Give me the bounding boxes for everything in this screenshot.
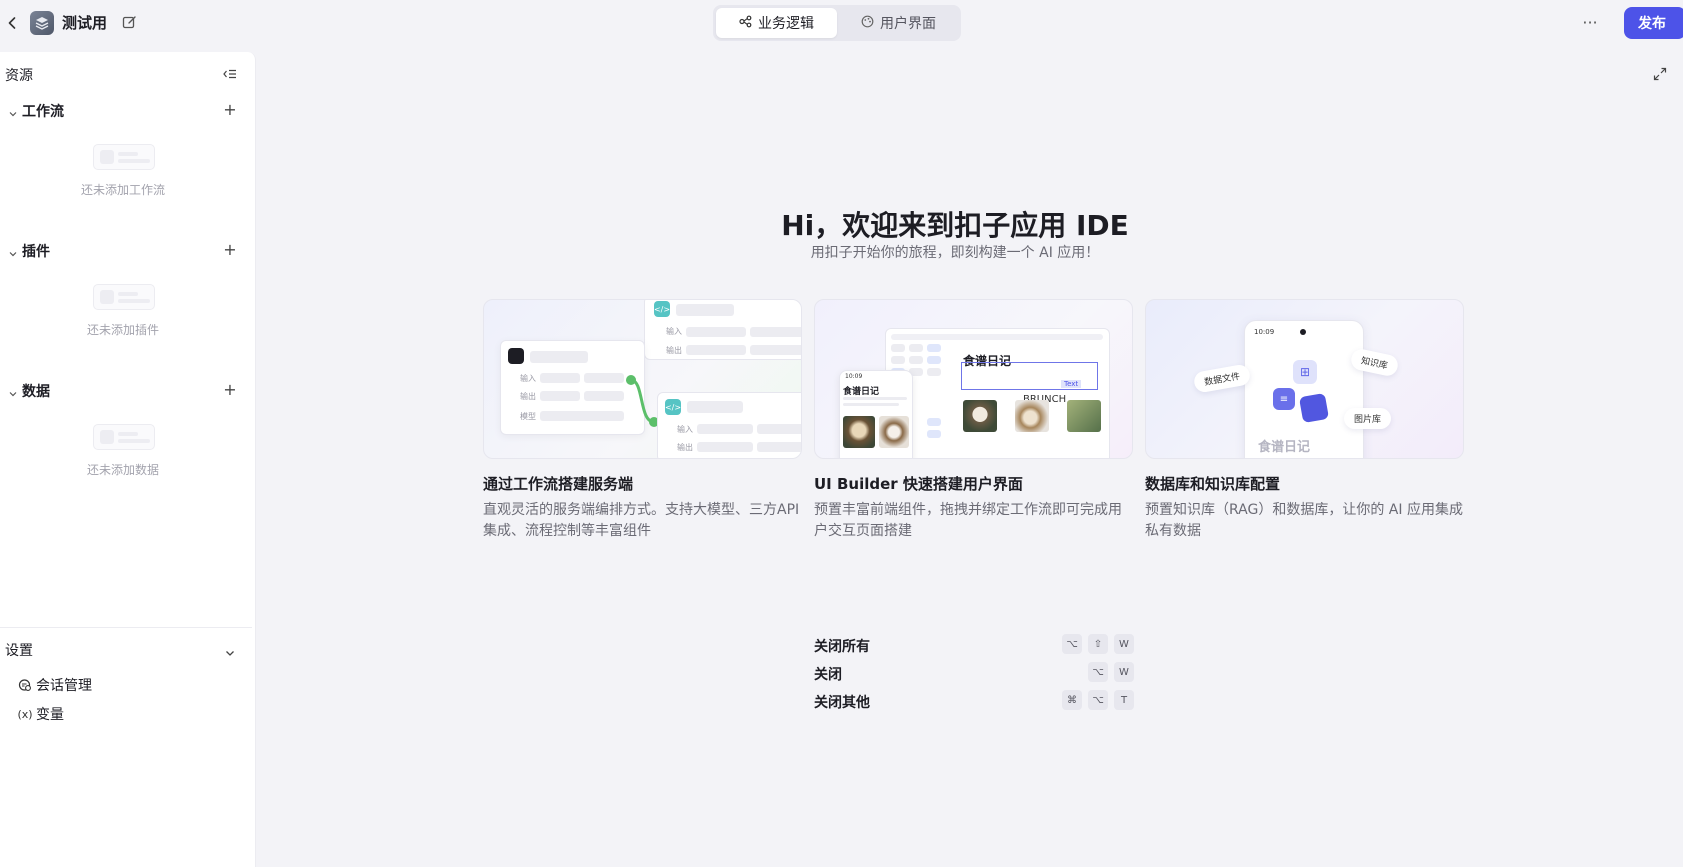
key-option: ⌥ (1062, 634, 1082, 654)
edit-icon[interactable] (122, 15, 137, 30)
empty-data-text: 还未添加数据 (86, 463, 159, 477)
code-icon: </> (654, 301, 670, 317)
settings-item-label: 变量 (36, 707, 64, 723)
empty-illustration (93, 424, 155, 450)
top-bar: 测试用 业务逻辑 用户界面 ··· 发布 (0, 0, 1683, 46)
back-icon[interactable] (4, 13, 20, 33)
doc-icon: ≡ (1273, 388, 1295, 410)
tab-user-interface-label: 用户界面 (880, 16, 936, 32)
app-logo-icon (30, 11, 54, 35)
expand-icon[interactable] (1653, 66, 1667, 81)
section-plugin[interactable]: 插件 + (0, 238, 256, 262)
app-name: 测试用 (62, 14, 108, 32)
tab-business-logic-label: 业务逻辑 (758, 16, 814, 32)
card-title: 数据库和知识库配置 (1145, 475, 1281, 493)
chevron-down-icon (8, 244, 18, 257)
section-title: 插件 (22, 244, 50, 260)
section-workflow[interactable]: 工作流 + (0, 98, 256, 122)
resource-sidebar: 资源 工作流 + 还未添加工作流 插件 + 还未添加插件 数据 + 还未添加数据… (0, 52, 256, 867)
table-icon: ⊞ (1293, 360, 1317, 384)
palette-icon (861, 15, 874, 32)
image-icon (1298, 392, 1330, 424)
bot-icon (508, 348, 524, 364)
empty-illustration (93, 284, 155, 310)
key-t: T (1114, 690, 1134, 710)
sidebar-divider (0, 627, 252, 628)
chevron-down-icon[interactable] (224, 644, 236, 656)
shortcut-label: 关闭所有 (814, 639, 870, 655)
empty-workflow-text: 还未添加工作流 (80, 183, 165, 197)
sidebar-title: 资源 (5, 68, 33, 84)
code-icon: </> (665, 399, 681, 415)
card-desc: 预置知识库（RAG）和数据库，让你的 AI 应用集成私有数据 (1145, 502, 1463, 539)
section-data[interactable]: 数据 + (0, 378, 256, 402)
settings-title: 设置 (5, 643, 33, 659)
card-title: UI Builder 快速搭建用户界面 (814, 475, 1023, 493)
flow-icon (739, 15, 752, 32)
tab-user-interface[interactable]: 用户界面 (839, 8, 958, 38)
key-shift: ⇧ (1088, 634, 1108, 654)
key-w: W (1114, 634, 1134, 654)
key-option: ⌥ (1088, 690, 1108, 710)
settings-item-variables[interactable]: (x) 变量 (17, 704, 64, 724)
workflow-illustration: </> 输入 输出 输入 输出 模型 </> 输入 输出 (483, 299, 802, 459)
variable-icon: (x) (17, 707, 33, 721)
chat-manage-icon (18, 678, 32, 692)
card-ui-builder[interactable]: 食谱日记 Text BRUNCH 10:09 食谱日记 UI Builder 快… (814, 299, 1133, 542)
card-desc: 预置丰富前端组件，拖拽并绑定工作流即可完成用户交互页面搭建 (814, 502, 1122, 539)
database-illustration: 10:09 ⊞ ≡ 食谱日记 数据文件 知识库 图片库 (1145, 299, 1464, 459)
section-title: 工作流 (22, 104, 64, 120)
add-workflow-icon[interactable]: + (222, 102, 238, 118)
shortcut-close-others: 关闭其他 ⌘ ⌥ T (814, 690, 1134, 712)
card-workflow[interactable]: </> 输入 输出 输入 输出 模型 </> 输入 输出 通过工作流搭建服务端 … (483, 299, 802, 542)
chevron-down-icon (8, 104, 18, 117)
key-w: W (1114, 662, 1134, 682)
settings-item-label: 会话管理 (36, 678, 92, 694)
shortcut-close: 关闭 ⌥ W (814, 662, 1134, 684)
key-command: ⌘ (1062, 690, 1082, 710)
more-icon[interactable]: ··· (1578, 10, 1602, 34)
settings-item-chat-manage[interactable]: 会话管理 (18, 675, 92, 695)
shortcut-label: 关闭 (814, 667, 842, 683)
shortcut-label: 关闭其他 (814, 695, 870, 711)
collapse-sidebar-icon[interactable] (222, 66, 238, 82)
ui-builder-illustration: 食谱日记 Text BRUNCH 10:09 食谱日记 (814, 299, 1133, 459)
tab-business-logic[interactable]: 业务逻辑 (716, 8, 837, 38)
card-database[interactable]: 10:09 ⊞ ≡ 食谱日记 数据文件 知识库 图片库 数据库和知识库配置 预置… (1145, 299, 1464, 542)
chevron-down-icon (8, 384, 18, 397)
section-title: 数据 (22, 384, 50, 400)
card-desc: 直观灵活的服务端编排方式。支持大模型、三方API集成、流程控制等丰富组件 (483, 502, 800, 539)
empty-illustration (93, 144, 155, 170)
main-canvas: Hi，欢迎来到扣子应用 IDE 用扣子开始你的旅程，即刻构建一个 AI 应用！ … (263, 52, 1683, 867)
add-plugin-icon[interactable]: + (222, 242, 238, 258)
welcome-subtitle: 用扣子开始你的旅程，即刻构建一个 AI 应用！ (810, 245, 1100, 261)
publish-button[interactable]: 发布 (1624, 7, 1683, 39)
add-data-icon[interactable]: + (222, 382, 238, 398)
mode-switch: 业务逻辑 用户界面 (713, 5, 961, 41)
card-title: 通过工作流搭建服务端 (483, 475, 634, 493)
empty-plugin-text: 还未添加插件 (86, 323, 159, 337)
welcome-title: Hi，欢迎来到扣子应用 IDE (781, 209, 1129, 242)
shortcut-close-all: 关闭所有 ⌥ ⇧ W (814, 634, 1134, 656)
key-option: ⌥ (1088, 662, 1108, 682)
